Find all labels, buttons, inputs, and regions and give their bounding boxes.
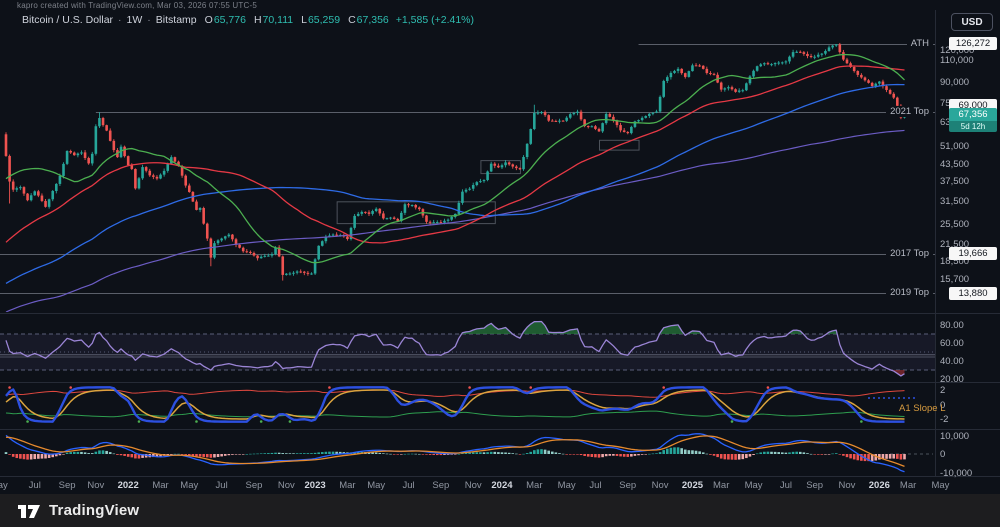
time-tick: May bbox=[745, 480, 763, 491]
level-price-label: 126,272 bbox=[949, 37, 997, 50]
macd-tick: 0 bbox=[940, 449, 945, 460]
currency-toggle-button[interactable]: USD bbox=[951, 13, 993, 31]
change-value: +1,585 (+2.41%) bbox=[396, 14, 474, 26]
legend-separator: · bbox=[147, 14, 151, 26]
level-name-ath: ATH bbox=[907, 38, 933, 49]
bar-countdown: 5d 12h bbox=[949, 121, 997, 132]
time-tick: Jul bbox=[216, 480, 228, 491]
time-tick: May bbox=[0, 480, 8, 491]
rsi-tick: 60.00 bbox=[940, 338, 964, 349]
price-tick: 15,700 bbox=[940, 274, 969, 285]
last-price-label: 67,3565d 12h bbox=[949, 108, 997, 132]
time-tick: Sep bbox=[432, 480, 449, 491]
last-price-value: 67,356 bbox=[949, 108, 997, 121]
tradingview-chart-window: kapro created with TradingView.com, Mar … bbox=[0, 0, 1000, 527]
high-label: H bbox=[254, 14, 262, 26]
level-name-2021-top: 2021 Top bbox=[886, 106, 933, 117]
time-tick: May bbox=[180, 480, 198, 491]
indicator-label-a1-slope: A1 Slope L bbox=[899, 403, 945, 414]
slope-tick: 2 bbox=[940, 385, 945, 396]
level-name-2019-top: 2019 Top bbox=[886, 287, 933, 298]
time-tick: Mar bbox=[339, 480, 355, 491]
interval-label: 1W bbox=[127, 14, 143, 26]
time-tick: Jul bbox=[589, 480, 601, 491]
exchange-label: Bitstamp bbox=[156, 14, 197, 26]
symbol-legend[interactable]: Bitcoin / U.S. Dollar · 1W · Bitstamp O6… bbox=[22, 12, 474, 27]
rsi-tick: 20.00 bbox=[940, 374, 964, 385]
rsi-tick: 40.00 bbox=[940, 356, 964, 367]
open-value: 65,776 bbox=[214, 14, 246, 26]
time-tick: Nov bbox=[87, 480, 104, 491]
time-tick: Sep bbox=[59, 480, 76, 491]
macd-tick: 10,000 bbox=[940, 431, 969, 442]
level-price-label: 19,666 bbox=[949, 247, 997, 260]
time-tick: Nov bbox=[278, 480, 295, 491]
time-tick: 2022 bbox=[118, 480, 139, 491]
macd-tick: -10,000 bbox=[940, 468, 972, 479]
rsi-tick: 80.00 bbox=[940, 320, 964, 331]
price-tick: 110,000 bbox=[940, 55, 974, 66]
time-tick: Mar bbox=[152, 480, 168, 491]
time-tick: Jul bbox=[402, 480, 414, 491]
time-tick: 2026 bbox=[869, 480, 890, 491]
footer-bar: TradingView bbox=[0, 494, 1000, 527]
time-tick: Mar bbox=[900, 480, 916, 491]
time-tick: Jul bbox=[780, 480, 792, 491]
level-name-2017-top: 2017 Top bbox=[886, 248, 933, 259]
low-value: 65,259 bbox=[308, 14, 340, 26]
slope-tick: -2 bbox=[940, 414, 948, 425]
price-tick: 51,000 bbox=[940, 141, 969, 152]
symbol-title: Bitcoin / U.S. Dollar bbox=[22, 14, 113, 26]
high-value: 70,111 bbox=[263, 14, 294, 26]
time-tick: May bbox=[931, 480, 949, 491]
price-tick: 43,500 bbox=[940, 159, 969, 170]
time-tick: May bbox=[558, 480, 576, 491]
time-tick: 2023 bbox=[305, 480, 326, 491]
time-tick: Nov bbox=[652, 480, 669, 491]
level-price-label: 13,880 bbox=[949, 287, 997, 300]
time-tick: May bbox=[367, 480, 385, 491]
price-tick: 31,500 bbox=[940, 196, 969, 207]
time-tick: Sep bbox=[619, 480, 636, 491]
price-chart-canvas[interactable] bbox=[0, 0, 1000, 527]
time-tick: Mar bbox=[526, 480, 542, 491]
time-tick: 2024 bbox=[491, 480, 512, 491]
price-tick: 37,500 bbox=[940, 176, 969, 187]
time-tick: Sep bbox=[246, 480, 263, 491]
price-tick: 90,000 bbox=[940, 77, 969, 88]
close-label: C bbox=[348, 14, 356, 26]
time-tick: Jul bbox=[29, 480, 41, 491]
time-tick: Mar bbox=[713, 480, 729, 491]
time-tick: Nov bbox=[839, 480, 856, 491]
time-tick: 2025 bbox=[682, 480, 703, 491]
open-label: O bbox=[205, 14, 213, 26]
price-tick: 25,500 bbox=[940, 219, 969, 230]
legend-separator: · bbox=[118, 14, 122, 26]
low-label: L bbox=[301, 14, 307, 26]
tradingview-wordmark: TradingView bbox=[49, 502, 139, 519]
tradingview-logo-icon bbox=[17, 502, 41, 519]
time-tick: Nov bbox=[465, 480, 482, 491]
time-tick: Sep bbox=[806, 480, 823, 491]
close-value: 67,356 bbox=[357, 14, 389, 26]
attribution-text: kapro created with TradingView.com, Mar … bbox=[17, 1, 257, 10]
